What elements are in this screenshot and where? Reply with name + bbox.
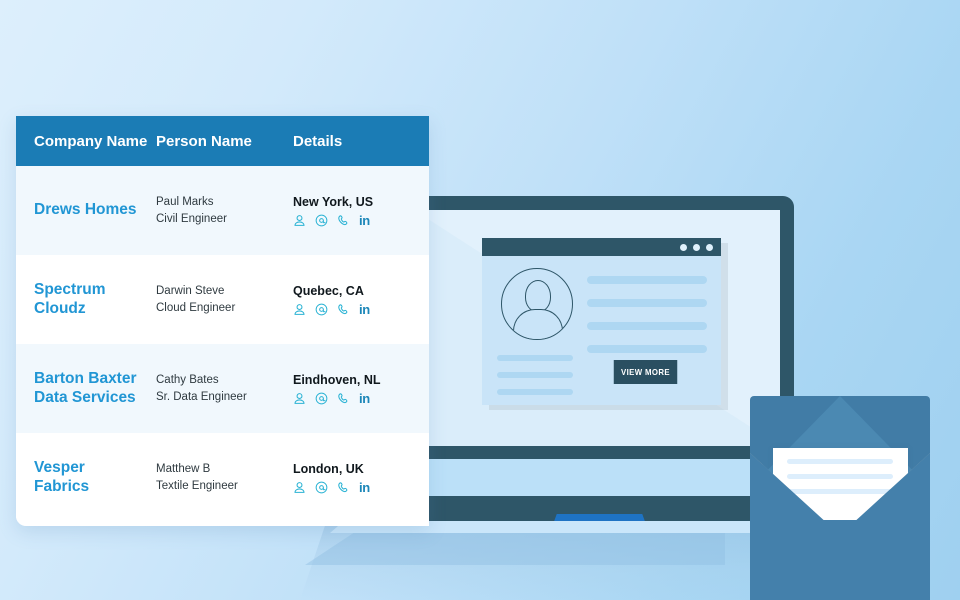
person-title-text: Cloud Engineer [156,301,236,314]
linkedin-icon[interactable]: in [359,481,370,494]
person-name-text: Cathy Bates [156,373,219,386]
person-icon[interactable] [293,481,306,494]
placeholder-text-line [497,389,573,395]
person-title-text: Civil Engineer [156,212,227,225]
person-icon[interactable] [293,214,306,227]
table-row[interactable]: Drews Homes Paul Marks Civil Engineer Ne… [16,166,429,255]
location-text: New York, US [293,194,374,209]
company-name-line-2: Fabrics [34,477,90,495]
phone-icon[interactable] [337,481,350,494]
person-icon[interactable] [293,392,306,405]
contacts-table-card: Company Name Person Name Details Drews H… [16,116,429,526]
person-title-text: Textile Engineer [156,479,238,492]
column-header-company-name: Company Name [34,132,148,150]
email-icon[interactable] [315,481,328,494]
email-icon[interactable] [315,303,328,316]
linkedin-icon[interactable]: in [359,303,370,316]
location-text: Quebec, CA [293,283,364,298]
column-header-details: Details [293,132,343,150]
cell-details: Quebec, CA in [293,284,429,316]
company-name-link[interactable]: Vesper Fabrics [34,459,156,497]
placeholder-text-line [587,345,707,353]
location-text: Eindhoven, NL [293,372,381,387]
cell-company-name: Vesper Fabrics [16,459,156,497]
letter-text-line [787,474,893,479]
cell-details: New York, US in [293,195,429,227]
person-name-text: Matthew B [156,462,211,475]
company-name-link[interactable]: Spectrum Cloudz [34,281,156,319]
cell-company-name: Spectrum Cloudz [16,281,156,319]
table-row[interactable]: Vesper Fabrics Matthew B Textile Enginee… [16,433,429,522]
table-row[interactable]: Spectrum Cloudz Darwin Steve Cloud Engin… [16,255,429,344]
window-dot-icon [680,244,687,251]
cell-company-name: Barton Baxter Data Services [16,370,156,408]
company-name-link[interactable]: Drews Homes [34,201,156,220]
illustration-scene: VIEW MORE Company Name Person Name Detai… [0,0,960,600]
cell-details: Eindhoven, NL in [293,373,429,405]
phone-icon[interactable] [337,392,350,405]
envelope-front-body [750,520,930,600]
placeholder-text-line [587,299,707,307]
placeholder-text-line [497,355,573,361]
company-name-line-2: Cloudz [34,299,86,317]
cell-person-name: Matthew B Textile Engineer [156,461,293,494]
cell-details: London, UK in [293,462,429,494]
company-name-line-2: Data Services [34,388,136,406]
person-icon[interactable] [293,303,306,316]
person-name-text: Paul Marks [156,195,214,208]
contact-icon-group: in [293,214,429,227]
table-body: Drews Homes Paul Marks Civil Engineer Ne… [16,166,429,522]
company-name-line-1: Barton Baxter [34,369,137,387]
contact-icon-group: in [293,481,429,494]
location-text: London, UK [293,461,364,476]
linkedin-icon[interactable]: in [359,214,370,227]
placeholder-text-line [587,276,707,284]
cell-person-name: Cathy Bates Sr. Data Engineer [156,372,293,405]
user-avatar-icon [501,268,573,340]
phone-icon[interactable] [337,303,350,316]
person-name-text: Darwin Steve [156,284,225,297]
column-header-person-name: Person Name [156,132,252,150]
cell-company-name: Drews Homes [16,201,156,220]
letter-text-line [787,489,893,494]
cell-person-name: Darwin Steve Cloud Engineer [156,283,293,316]
company-name-line-1: Vesper [34,458,85,476]
table-header-row: Company Name Person Name Details [16,116,429,166]
linkedin-icon[interactable]: in [359,392,370,405]
contact-icon-group: in [293,303,429,316]
cell-person-name: Paul Marks Civil Engineer [156,194,293,227]
letter-text-line [787,459,893,464]
email-icon[interactable] [315,214,328,227]
company-name-line-1: Drews Homes [34,201,137,219]
avatar-body-shape [513,309,563,339]
company-name-line-1: Spectrum [34,280,106,298]
window-dot-icon [693,244,700,251]
email-icon[interactable] [315,392,328,405]
phone-icon[interactable] [337,214,350,227]
contact-icon-group: in [293,392,429,405]
table-row[interactable]: Barton Baxter Data Services Cathy Bates … [16,344,429,433]
company-name-link[interactable]: Barton Baxter Data Services [34,370,156,408]
person-title-text: Sr. Data Engineer [156,390,247,403]
placeholder-text-line [587,322,707,330]
avatar-head-shape [525,280,551,312]
view-more-button[interactable]: VIEW MORE [613,360,678,384]
placeholder-text-line [497,372,573,378]
window-dot-icon [706,244,713,251]
